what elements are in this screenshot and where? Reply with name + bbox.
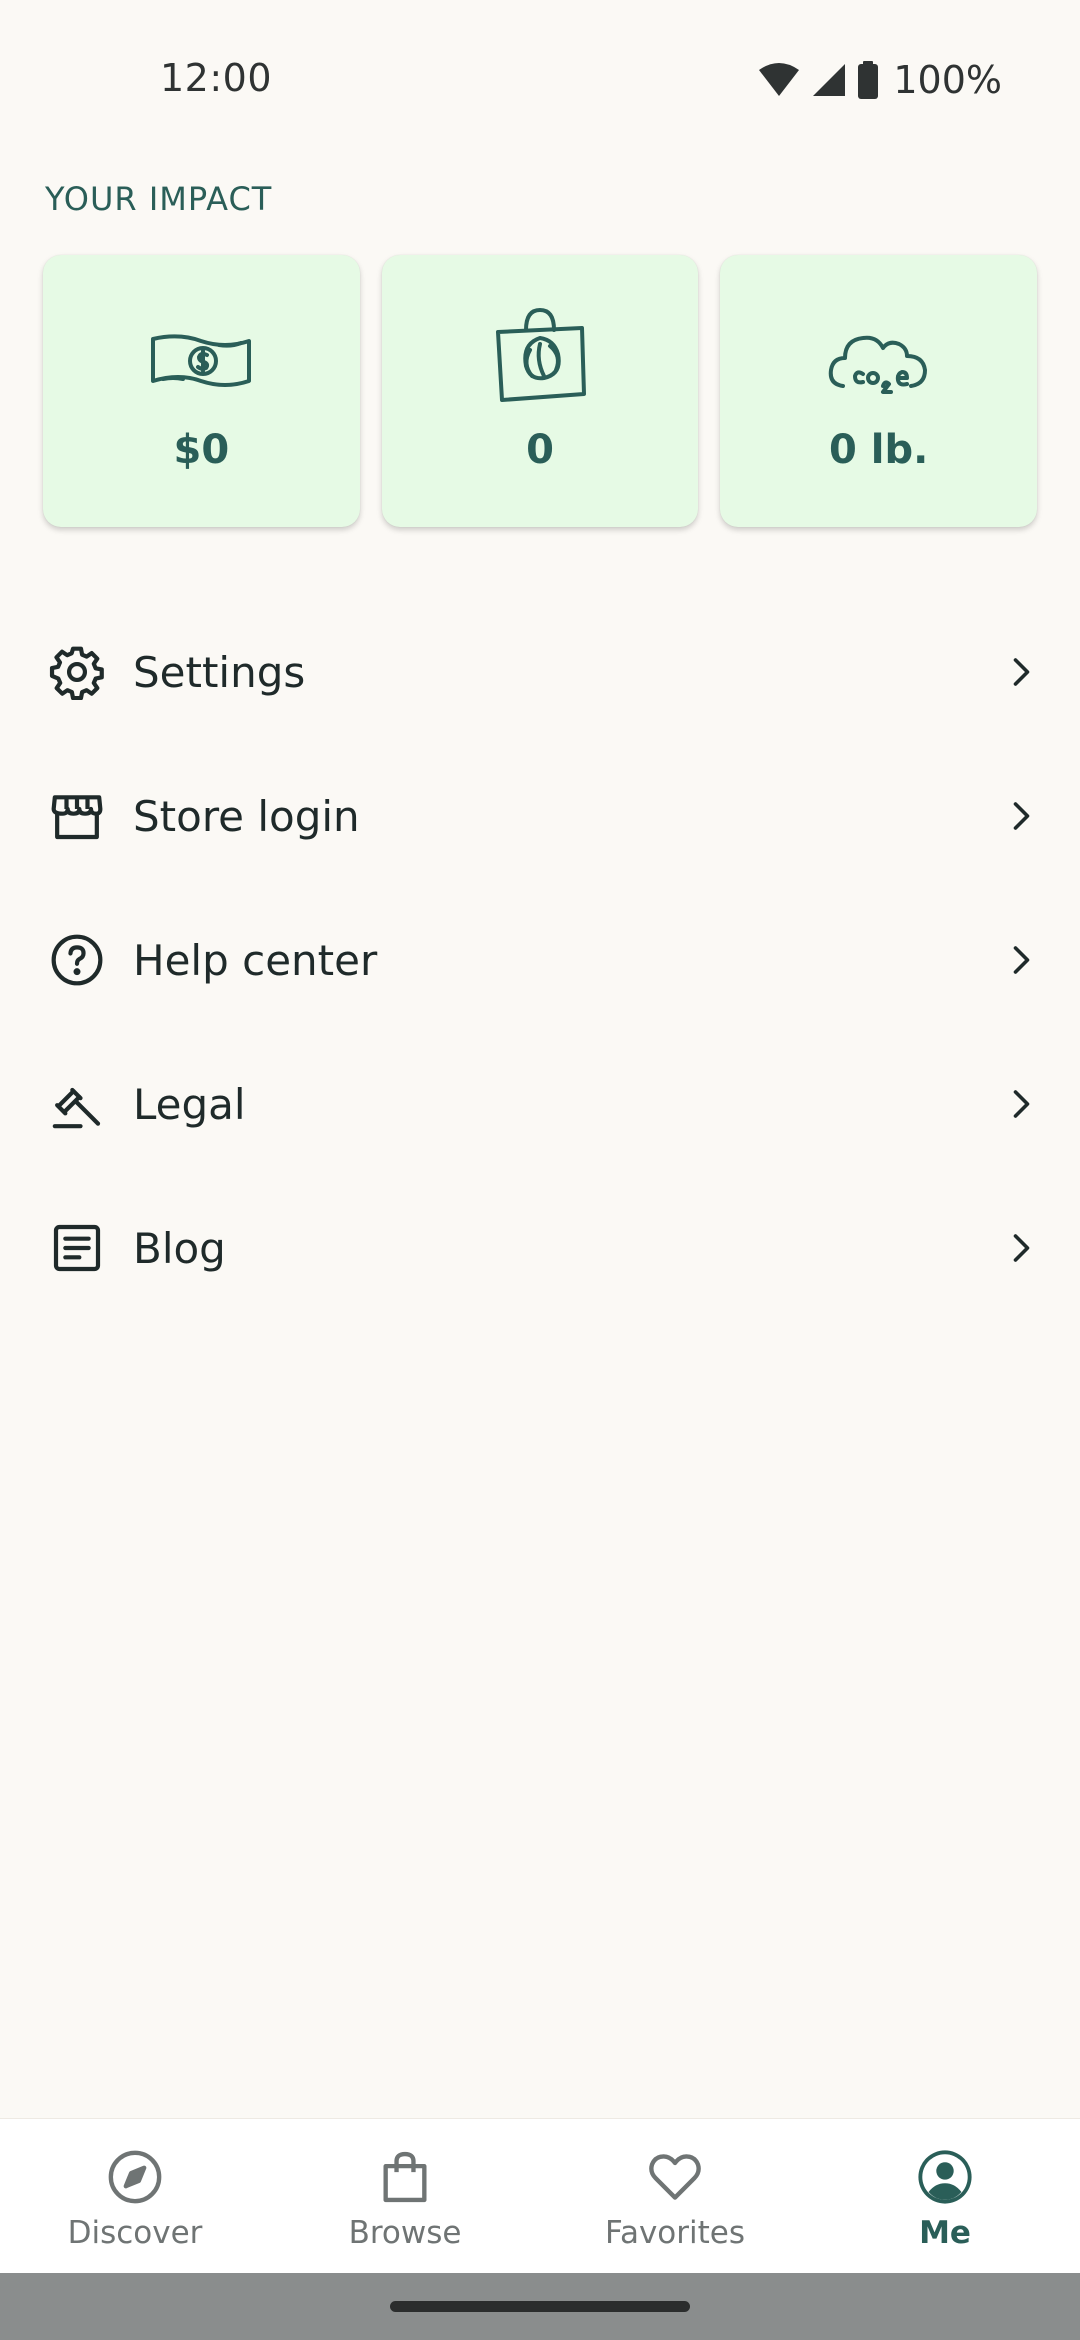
bag-icon — [485, 308, 595, 403]
article-icon — [48, 1219, 106, 1277]
co2e-avoided-value: 0 lb. — [829, 427, 929, 473]
impact-title: YOUR IMPACT — [45, 180, 273, 218]
nav-label-browse: Browse — [348, 2215, 462, 2251]
impact-card-co2e-avoided[interactable]: 0 lb. — [720, 255, 1038, 527]
impact-card-bags-saved[interactable]: 0 — [381, 255, 699, 527]
chevron-right-icon — [1002, 1230, 1038, 1266]
gesture-bar — [0, 2273, 1080, 2340]
menu-item-blog[interactable]: Blog — [0, 1176, 1080, 1320]
menu-label-settings: Settings — [133, 647, 306, 697]
battery-icon — [857, 61, 879, 99]
chevron-right-icon — [1002, 942, 1038, 978]
menu-item-help-center[interactable]: Help center — [0, 888, 1080, 1032]
nav-item-favorites[interactable]: Favorites — [540, 2119, 810, 2273]
heart-icon — [645, 2147, 705, 2207]
nav-label-me: Me — [919, 2215, 971, 2251]
store-icon — [48, 787, 106, 845]
money-icon — [146, 323, 256, 403]
menu-item-store-login[interactable]: Store login — [0, 744, 1080, 888]
nav-label-favorites: Favorites — [604, 2215, 746, 2251]
chevron-right-icon — [1002, 798, 1038, 834]
home-gesture-handle[interactable] — [390, 2301, 690, 2312]
menu-label-blog: Blog — [133, 1223, 226, 1273]
wifi-icon — [757, 62, 801, 98]
gear-icon — [48, 643, 106, 701]
chevron-right-icon — [1002, 654, 1038, 690]
menu-label-help-center: Help center — [133, 935, 378, 985]
nav-item-browse[interactable]: Browse — [270, 2119, 540, 2273]
nav-label-discover: Discover — [67, 2215, 203, 2251]
menu-label-legal: Legal — [133, 1079, 246, 1129]
status-bar: 12:00 100% — [0, 0, 1080, 165]
help-icon — [48, 931, 106, 989]
chevron-right-icon — [1002, 1086, 1038, 1122]
menu-item-legal[interactable]: Legal — [0, 1032, 1080, 1176]
bottom-nav: Discover Browse Favorites Me — [0, 2118, 1080, 2273]
profile-icon — [915, 2147, 975, 2207]
money-saved-value: $0 — [173, 427, 230, 473]
profile-menu: Settings Store login Help center Legal B… — [0, 600, 1080, 1320]
impact-card-money-saved[interactable]: $0 — [43, 255, 360, 527]
status-time: 12:00 — [160, 56, 273, 100]
signal-icon — [811, 62, 847, 98]
menu-label-store-login: Store login — [133, 791, 360, 841]
co2e-cloud-icon — [824, 323, 934, 403]
bags-saved-value: 0 — [526, 427, 554, 473]
gavel-icon — [48, 1075, 106, 1133]
status-icons: 100% — [757, 56, 1002, 104]
impact-cards: $0 0 0 lb. — [43, 255, 1038, 527]
bag-icon — [375, 2147, 435, 2207]
menu-item-settings[interactable]: Settings — [0, 600, 1080, 744]
nav-item-me[interactable]: Me — [810, 2119, 1080, 2273]
battery-percent: 100% — [893, 58, 1002, 102]
compass-icon — [105, 2147, 165, 2207]
nav-item-discover[interactable]: Discover — [0, 2119, 270, 2273]
screen: 12:00 100% YOUR IMPACT $0 0 0 lb. Settin… — [0, 0, 1080, 2340]
